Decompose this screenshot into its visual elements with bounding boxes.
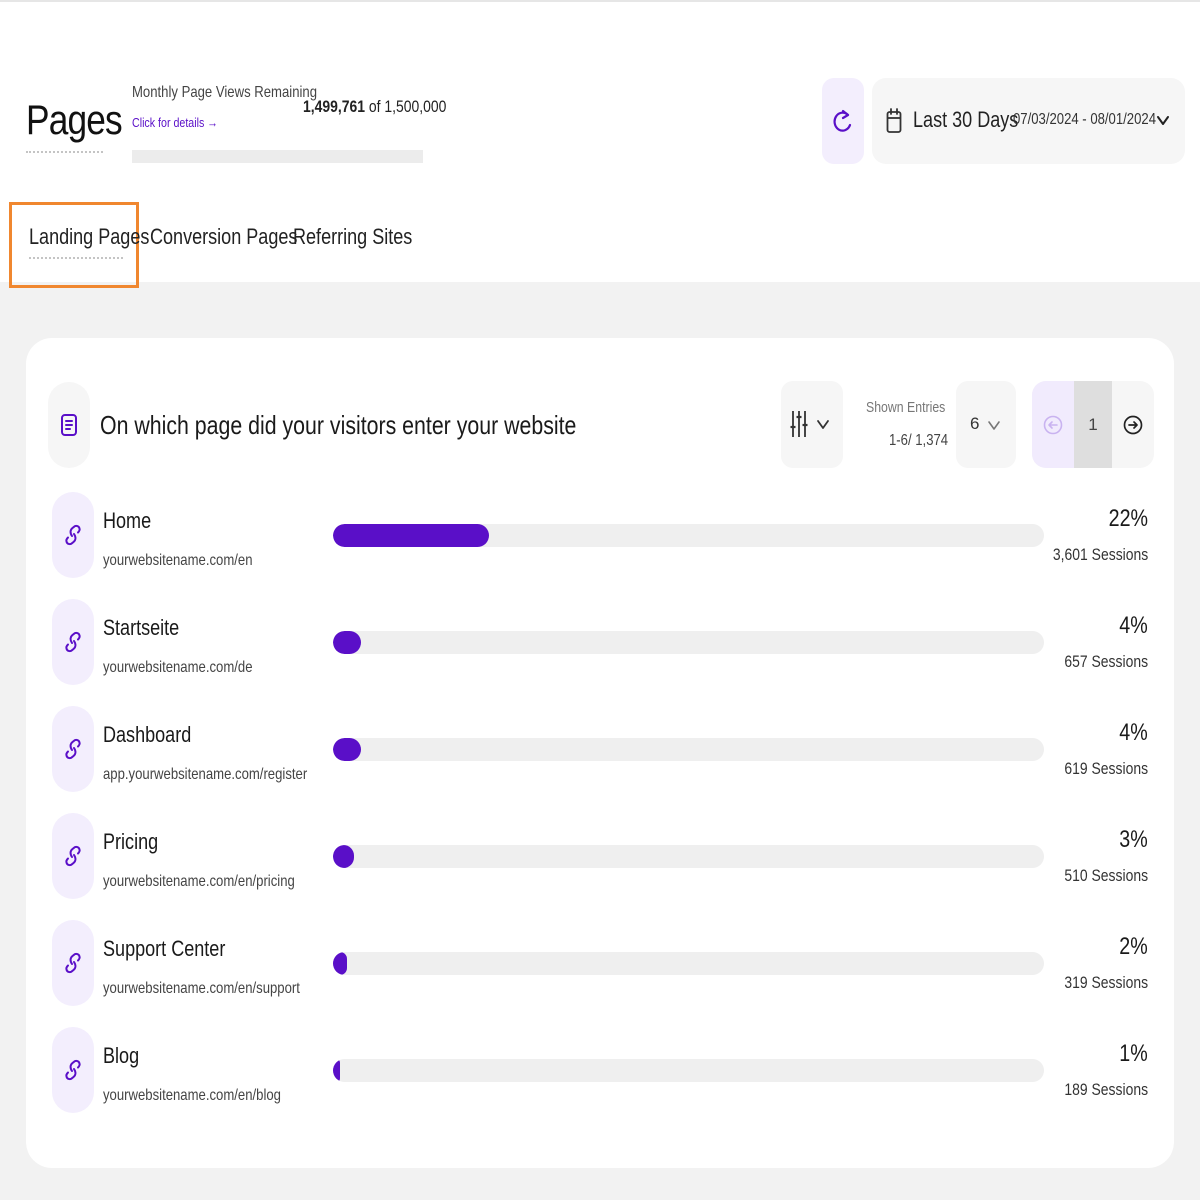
chevron-down-icon (988, 421, 1000, 430)
row-link-button[interactable] (52, 813, 94, 899)
sessions-bar-track (333, 524, 1044, 547)
sessions-bar-track (333, 1059, 1044, 1082)
page-name: Startseite (103, 615, 180, 640)
refresh-icon (833, 109, 852, 132)
list-item: Blog yourwebsitename.com/en/blog 1% 189 … (0, 1027, 1200, 1117)
sessions-bar-fill (333, 631, 362, 654)
list-item: Support Center yourwebsitename.com/en/su… (0, 920, 1200, 1010)
sessions-bar-fill (333, 952, 348, 975)
sessions-percent: 22% (1108, 505, 1148, 532)
page-url: yourwebsitename.com/en/support (103, 980, 300, 997)
page-url: yourwebsitename.com/de (103, 659, 253, 676)
link-icon (65, 952, 81, 974)
sessions-percent: 4% (1119, 719, 1148, 746)
sessions-bar-track (333, 631, 1044, 654)
card-icon-badge (48, 382, 90, 468)
page-url: yourwebsitename.com/en (103, 552, 253, 569)
tab-conversion-pages[interactable]: Conversion Pages (150, 224, 297, 250)
arrow-left-circle-icon (1043, 415, 1063, 434)
sessions-percent: 4% (1119, 612, 1148, 639)
row-link-button[interactable] (52, 920, 94, 1006)
page-name: Home (103, 508, 152, 533)
list-item: Startseite yourwebsitename.com/de 4% 657… (0, 599, 1200, 689)
sessions-bar-track (333, 738, 1044, 761)
page-views-total: 1,500,000 (384, 97, 447, 116)
link-icon (65, 1059, 81, 1081)
link-icon (65, 631, 81, 653)
list-item: Dashboard app.yourwebsitename.com/regist… (0, 706, 1200, 796)
arrow-right-circle-icon (1123, 415, 1143, 434)
list-item: Pricing yourwebsitename.com/en/pricing 3… (0, 813, 1200, 903)
page-views-used: 1,499,761 (303, 97, 366, 116)
sessions-percent: 2% (1119, 933, 1148, 960)
card-title: On which page did your visitors enter yo… (100, 410, 577, 440)
sessions-bar-fill (333, 524, 490, 547)
sessions-bar-fill (333, 845, 355, 868)
tab-landing-pages[interactable]: Landing Pages (29, 224, 149, 250)
entries-per-page-select[interactable]: 6 (956, 381, 1016, 468)
page-title-underline (26, 151, 103, 153)
sessions-count: 189 Sessions (1064, 1080, 1148, 1099)
document-icon (61, 414, 77, 436)
refresh-button[interactable] (822, 78, 864, 164)
page-views-progress-bar (132, 150, 423, 163)
page-title: Pages (26, 96, 123, 143)
page-views-count: 1,499,761 of 1,500,000 (303, 97, 446, 117)
link-icon (65, 845, 81, 867)
active-tab-underline (29, 257, 123, 259)
page-url: yourwebsitename.com/en/blog (103, 1087, 281, 1104)
tab-referring-sites[interactable]: Referring Sites (293, 224, 412, 250)
shown-entries-label: Shown Entries (866, 399, 946, 416)
sliders-icon (790, 411, 808, 437)
page-views-details-link[interactable]: Click for details → (132, 115, 218, 130)
page-url: yourwebsitename.com/en/pricing (103, 873, 295, 890)
sessions-percent: 1% (1119, 1040, 1148, 1067)
entries-per-page-value: 6 (970, 414, 980, 433)
date-range-value: 07/03/2024 - 08/01/2024 (1013, 111, 1156, 128)
sessions-bar-track (333, 845, 1044, 868)
current-page-number[interactable]: 1 (1074, 381, 1112, 468)
row-link-button[interactable] (52, 599, 94, 685)
sessions-count: 657 Sessions (1064, 652, 1148, 671)
page-views-label: Monthly Page Views Remaining (132, 84, 317, 101)
sessions-bar-fill (333, 738, 362, 761)
pagination: 1 (1032, 381, 1154, 468)
sessions-count: 3,601 Sessions (1052, 545, 1148, 564)
date-range-label: Last 30 Days (913, 107, 1019, 132)
shown-entries-value: 1-6/ 1,374 (889, 432, 949, 449)
chevron-down-icon (1157, 116, 1169, 125)
sessions-percent: 3% (1119, 826, 1148, 853)
calendar-icon (886, 108, 902, 133)
next-page-button[interactable] (1112, 381, 1154, 468)
sessions-bar-fill (333, 1059, 341, 1082)
page-name: Pricing (103, 829, 159, 854)
sessions-count: 319 Sessions (1064, 973, 1148, 992)
filter-button[interactable] (781, 381, 843, 468)
link-icon (65, 524, 81, 546)
chevron-down-icon (817, 420, 829, 429)
previous-page-button[interactable] (1032, 381, 1074, 468)
date-range-picker[interactable]: Last 30 Days 07/03/2024 - 08/01/2024 (872, 78, 1185, 164)
row-link-button[interactable] (52, 492, 94, 578)
page-url: app.yourwebsitename.com/register (103, 766, 308, 783)
sessions-count: 510 Sessions (1064, 866, 1148, 885)
sessions-count: 619 Sessions (1064, 759, 1148, 778)
page-name: Dashboard (103, 722, 192, 747)
page-name: Blog (103, 1043, 140, 1068)
page-views-of: of (365, 97, 385, 116)
row-link-button[interactable] (52, 706, 94, 792)
sessions-bar-track (333, 952, 1044, 975)
row-link-button[interactable] (52, 1027, 94, 1113)
page-name: Support Center (103, 936, 226, 961)
list-item: Home yourwebsitename.com/en 22% 3,601 Se… (0, 492, 1200, 582)
link-icon (65, 738, 81, 760)
